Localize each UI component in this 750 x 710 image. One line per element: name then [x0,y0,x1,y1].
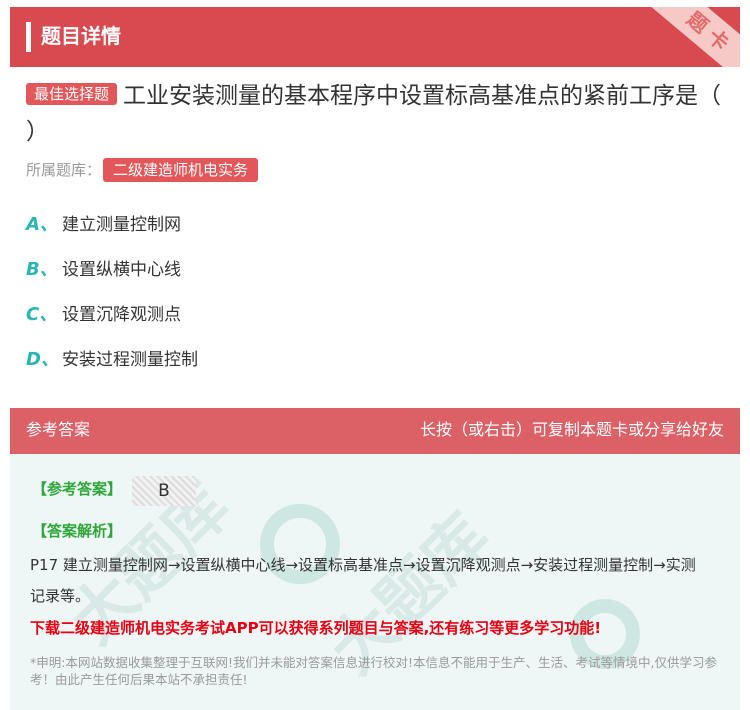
reference-answer-label: 【参考答案】 [32,480,123,498]
option-text: 建立测量控制网 [62,215,181,235]
source-label: 所属题库： [26,161,102,179]
title-accent-bar [26,22,31,52]
option-a[interactable]: A、 建立测量控制网 [26,205,198,250]
question-card-corner-badge: 题 卡 [642,7,740,67]
header-bar: 题目详情 题 卡 [10,7,740,67]
share-hint: 长按（或右击）可复制本题卡或分享给好友 [419,420,724,439]
answer-header-bar: 参考答案 长按（或右击）可复制本题卡或分享给好友 [10,408,740,454]
option-letter: A、 [26,214,58,235]
answer-panel: 大题库 大题库 【参考答案】 B 【答案解析】 P17 建立测量控制网→设置纵横… [10,454,740,710]
options-list: A、 建立测量控制网 B、 设置纵横中心线 C、 设置沉降观测点 D、 安装过程测量控制 [26,205,198,385]
option-text: 设置纵横中心线 [62,260,181,280]
question-source: 所属题库： 二级建造师机电实务 [26,157,259,183]
option-letter: C、 [26,304,58,325]
question-stem: 最佳选择题 工业安装测量的基本程序中设置标高基准点的紧前工序是（ ） [26,78,726,150]
question-type-badge: 最佳选择题 [26,83,118,105]
option-letter: B、 [26,259,58,280]
option-c[interactable]: C、 设置沉降观测点 [26,295,198,340]
answer-header-title: 参考答案 [26,420,91,439]
option-d[interactable]: D、 安装过程测量控制 [26,340,198,385]
option-text: 安装过程测量控制 [62,350,198,370]
option-text: 设置沉降观测点 [62,305,181,325]
disclaimer-text: *申明:本网站数据收集整理于互联网!我们并未能对答案信息进行校对!本信息不能用于… [30,655,717,687]
question-text: 工业安装测量的基本程序中设置标高基准点的紧前工序是（ ） [26,83,722,145]
option-letter: D、 [26,349,59,370]
source-badge[interactable]: 二级建造师机电实务 [103,158,259,182]
option-b[interactable]: B、 设置纵横中心线 [26,250,198,295]
corner-label-2: 卡 [702,24,734,56]
reference-answer-value: B [132,476,196,506]
app-download-link[interactable]: 下载二级建造师机电实务考试APP可以获得系列题目与答案,还有练习等更多学习功能! [30,616,601,640]
analysis-label: 【答案解析】 [32,522,123,540]
analysis-text: P17 建立测量控制网→设置纵横中心线→设置标高基准点→设置沉降观测点→安装过程… [30,556,696,605]
page-title: 题目详情 [41,24,121,48]
